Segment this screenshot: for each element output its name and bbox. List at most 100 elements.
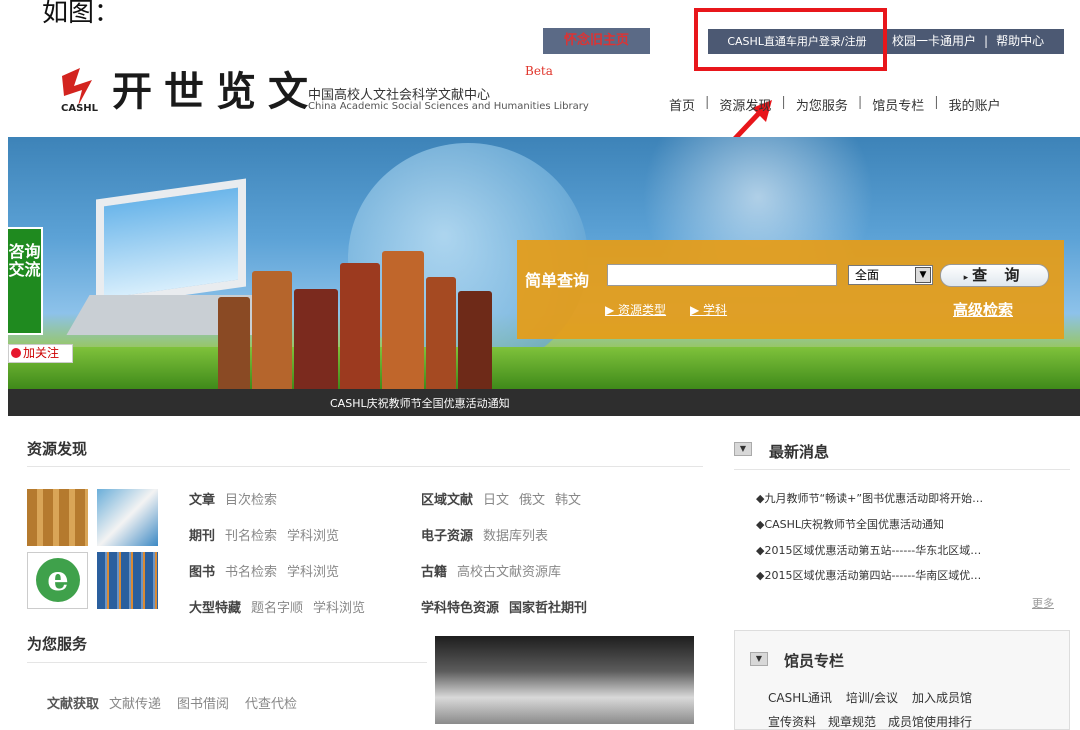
librarian-link[interactable]: CASHL通讯	[768, 691, 832, 705]
search-panel	[517, 240, 1064, 339]
resource-type-label: 资源类型	[618, 303, 667, 317]
resource-row: 文章 目次检索	[189, 489, 287, 508]
chevron-down-icon[interactable]: ▼	[750, 652, 768, 666]
consult-tab[interactable]: 咨询交流	[8, 227, 43, 335]
chevron-down-icon[interactable]: ▼	[734, 442, 752, 456]
resource-link[interactable]: 题名字顺	[251, 601, 303, 616]
librarian-link[interactable]: 培训/会议	[846, 691, 898, 705]
resource-row: 期刊 刊名检索 学科浏览	[189, 525, 349, 544]
nav-separator: |	[934, 95, 939, 110]
caption-text: 如图：	[42, 0, 121, 28]
search-label: 简单查询	[525, 271, 590, 290]
grass-illustration	[8, 347, 1080, 389]
books-illustration	[218, 247, 518, 389]
resource-link[interactable]: 高校古文献资源库	[457, 565, 561, 580]
advanced-search-link[interactable]: 高级检索	[953, 299, 1013, 320]
service-link[interactable]: 图书借阅	[177, 697, 229, 712]
center-name-en: China Academic Social Sciences and Human…	[308, 101, 589, 112]
search-button-label: 查 询	[972, 266, 1026, 284]
resources-section-title: 资源发现	[27, 440, 88, 458]
news-section-title: 最新消息	[769, 443, 830, 461]
librarian-links: CASHL通讯 培训/会议 加入成员馆	[768, 689, 986, 706]
resource-row: 电子资源 数据库列表	[421, 525, 558, 544]
librarian-link[interactable]: 成员馆使用排行	[888, 715, 972, 729]
e-logo-icon: e	[36, 558, 80, 602]
chevron-down-icon[interactable]: ▼	[915, 267, 931, 283]
resource-row: 学科特色资源 国家哲社期刊	[421, 597, 597, 616]
resource-link[interactable]: 俄文	[519, 493, 545, 508]
resource-link[interactable]: 目次检索	[225, 493, 277, 508]
subject-label: 学科	[703, 303, 728, 317]
help-center-link[interactable]: 帮助中心	[996, 29, 1044, 54]
librarian-link[interactable]: 规章规范	[828, 715, 876, 729]
resource-heading[interactable]: 区域文献	[421, 493, 473, 508]
services-section-title: 为您服务	[27, 635, 88, 653]
more-news-link[interactable]: 更多	[1032, 595, 1054, 611]
play-icon: ▸	[963, 273, 969, 283]
resource-row: 区域文献 日文 俄文 韩文	[421, 489, 591, 508]
resource-heading[interactable]: 文章	[189, 493, 215, 508]
resource-link[interactable]: 书名检索	[225, 565, 277, 580]
e-resource-thumbnail[interactable]: e	[27, 552, 88, 609]
nav-home[interactable]: 首页	[665, 95, 699, 114]
news-item[interactable]: ◆九月教师节“畅读+”图书优惠活动即将开始…	[756, 490, 983, 506]
nav-account[interactable]: 我的账户	[945, 95, 1005, 114]
resource-heading[interactable]: 大型特藏	[189, 601, 241, 616]
nav-resources[interactable]: 资源发现	[715, 95, 775, 114]
divider	[27, 466, 703, 467]
librarian-section-title: 馆员专栏	[784, 652, 845, 670]
resource-heading[interactable]: 期刊	[189, 529, 215, 544]
services-heading[interactable]: 文献获取	[47, 697, 99, 712]
resource-link[interactable]: 日文	[483, 493, 509, 508]
journal-thumbnail[interactable]	[97, 489, 158, 546]
triangle-right-icon: ▶	[605, 303, 619, 317]
nav-separator: |	[705, 95, 710, 110]
news-item[interactable]: ◆2015区域优惠活动第五站------华东北区域…	[756, 542, 981, 558]
resource-link[interactable]: 刊名检索	[225, 529, 277, 544]
resource-row: 古籍 高校古文献资源库	[421, 561, 571, 580]
services-row: 文献获取 文献传递 图书借阅 代查代检	[47, 693, 313, 712]
follow-label: 加关注	[23, 346, 60, 360]
service-link[interactable]: 代查代检	[245, 697, 297, 712]
separator: |	[984, 34, 989, 48]
announcement-link[interactable]: CASHL庆祝教师节全国优惠活动通知	[330, 395, 510, 411]
news-item[interactable]: ◆CASHL庆祝教师节全国优惠活动通知	[756, 516, 944, 532]
book-thumbnail[interactable]	[97, 552, 158, 609]
highlight-box	[694, 8, 887, 71]
news-item[interactable]: ◆2015区域优惠活动第四站------华南区域优…	[756, 567, 981, 583]
weibo-icon	[11, 348, 21, 358]
resource-link[interactable]: 数据库列表	[483, 529, 548, 544]
resource-heading[interactable]: 电子资源	[421, 529, 473, 544]
nav-separator: |	[781, 95, 786, 110]
cashl-wordmark: CASHL	[61, 103, 99, 114]
nav-services[interactable]: 为您服务	[792, 95, 852, 114]
campus-card-link[interactable]: 校园一卡通用户	[886, 29, 976, 54]
librarian-link[interactable]: 宣传资料	[768, 715, 816, 729]
resource-row: 大型特藏 题名字顺 学科浏览	[189, 597, 375, 616]
resource-heading[interactable]: 古籍	[421, 565, 447, 580]
follow-button[interactable]: 加关注	[8, 344, 73, 363]
search-input[interactable]	[607, 264, 837, 286]
resource-type-link[interactable]: ▶ 资源类型	[605, 301, 666, 318]
divider	[27, 662, 427, 663]
triangle-right-icon: ▶	[690, 303, 704, 317]
old-homepage-button[interactable]: 怀念旧主页	[543, 28, 650, 54]
search-button[interactable]: ▸ 查 询	[940, 264, 1049, 287]
beta-badge: Beta	[525, 64, 553, 78]
resource-heading[interactable]: 图书	[189, 565, 215, 580]
site-logo-text[interactable]: 开世览文	[112, 68, 320, 116]
resource-heading[interactable]: 国家哲社期刊	[509, 601, 587, 616]
resource-heading[interactable]: 学科特色资源	[421, 601, 499, 616]
resource-link[interactable]: 韩文	[555, 493, 581, 508]
resource-link[interactable]: 学科浏览	[313, 601, 365, 616]
article-thumbnail[interactable]	[27, 489, 88, 546]
resource-link[interactable]: 学科浏览	[287, 529, 339, 544]
divider	[734, 469, 1070, 470]
library-photo	[435, 636, 694, 724]
librarian-link[interactable]: 加入成员馆	[912, 691, 972, 705]
resource-link[interactable]: 学科浏览	[287, 565, 339, 580]
subject-link[interactable]: ▶ 学科	[690, 301, 727, 318]
service-link[interactable]: 文献传递	[109, 697, 161, 712]
resource-row: 图书 书名检索 学科浏览	[189, 561, 349, 580]
nav-librarian[interactable]: 馆员专栏	[868, 95, 928, 114]
